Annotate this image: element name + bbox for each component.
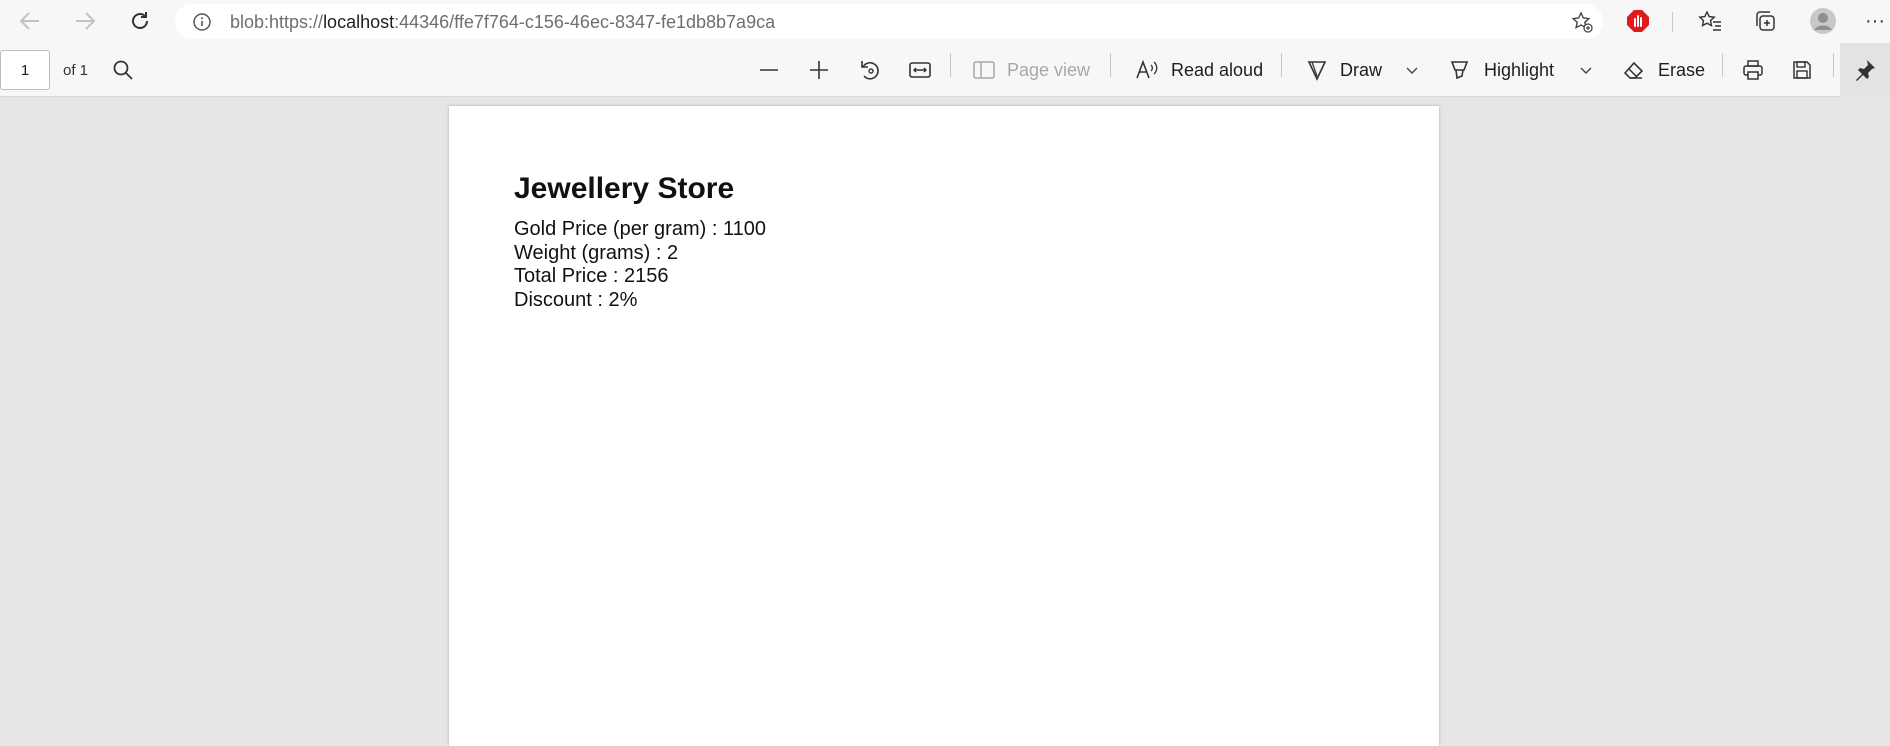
highlighter-icon (1450, 61, 1469, 80)
adblock-icon (1627, 10, 1649, 32)
chevron-down-icon (1580, 67, 1592, 74)
toolbar-divider (1833, 53, 1834, 77)
forward-button[interactable] (69, 6, 101, 36)
adblock-extension-button[interactable] (1623, 6, 1653, 36)
address-bar[interactable]: blob:https://localhost:44346/ffe7f764-c1… (175, 4, 1603, 39)
gold-price-line: Gold Price (per gram) : 1100 (514, 218, 766, 240)
pdf-toolbar: 1 of 1 Page view Read aloud Draw Highlig… (0, 43, 1890, 97)
search-icon (113, 60, 133, 80)
pin-icon (1856, 60, 1875, 81)
toolbar-divider (1281, 53, 1282, 77)
erase-label: Erase (1658, 59, 1706, 80)
toolbar-divider (1722, 53, 1723, 77)
more-icon: ··· (1865, 9, 1885, 32)
erase-button[interactable]: Erase (1622, 55, 1705, 85)
read-aloud-icon (1136, 59, 1158, 79)
page-view-icon (973, 61, 995, 79)
refresh-button[interactable] (124, 6, 156, 36)
draw-label: Draw (1340, 59, 1383, 80)
add-favorite-icon[interactable] (1571, 11, 1593, 33)
save-button[interactable] (1791, 55, 1813, 85)
read-aloud-button[interactable]: Read aloud (1135, 55, 1263, 85)
fit-width-icon (909, 62, 931, 78)
draw-options-dropdown[interactable] (1405, 55, 1419, 85)
fit-to-width-button[interactable] (908, 55, 932, 85)
eraser-icon (1623, 61, 1644, 79)
more-menu-button[interactable]: ··· (1860, 6, 1890, 36)
browser-toolbar: blob:https://localhost:44346/ffe7f764-c1… (0, 0, 1890, 43)
page-number-input[interactable]: 1 (0, 50, 50, 90)
toolbar-divider (950, 53, 951, 77)
page-view-button[interactable]: Page view (973, 55, 1090, 85)
back-arrow-icon (19, 12, 39, 30)
page-count-label: of 1 (63, 62, 89, 79)
draw-button[interactable]: Draw (1306, 55, 1382, 85)
forward-arrow-icon (76, 12, 96, 30)
pin-toolbar-button[interactable] (1840, 43, 1890, 97)
weight-line: Weight (grams) : 2 (514, 241, 679, 264)
chevron-down-icon (1406, 67, 1418, 74)
read-aloud-label: Read aloud (1171, 59, 1264, 80)
document-details: Gold Price (per gram) : 1100 Weight (gra… (514, 218, 766, 312)
save-icon (1793, 61, 1811, 79)
highlight-button[interactable]: Highlight (1448, 55, 1554, 85)
back-button[interactable] (14, 6, 46, 36)
toolbar-divider (1110, 53, 1111, 77)
plus-icon (810, 61, 828, 79)
print-icon (1743, 60, 1763, 80)
draw-icon (1307, 61, 1327, 81)
minus-icon (760, 69, 778, 71)
site-info-icon[interactable] (192, 12, 212, 32)
highlight-label: Highlight (1484, 59, 1555, 80)
pdf-page: Jewellery Store Gold Price (per gram) : … (449, 106, 1439, 746)
discount-line: Discount : 2% (514, 288, 638, 311)
collections-icon (1756, 11, 1775, 31)
favorites-icon (1698, 10, 1721, 31)
zoom-out-button[interactable] (758, 55, 780, 85)
profile-button[interactable] (1808, 6, 1838, 36)
document-title: Jewellery Store (514, 172, 735, 205)
refresh-icon (132, 12, 148, 29)
avatar (1810, 8, 1836, 34)
collections-button[interactable] (1750, 6, 1780, 36)
rotate-button[interactable] (858, 55, 882, 85)
favorites-button[interactable] (1695, 6, 1725, 36)
toolbar-divider (1672, 12, 1673, 32)
zoom-in-button[interactable] (808, 55, 830, 85)
find-button[interactable] (112, 55, 134, 85)
highlight-options-dropdown[interactable] (1579, 55, 1593, 85)
address-url[interactable]: blob:https://localhost:44346/ffe7f764-c1… (230, 12, 775, 33)
page-view-label: Page view (1007, 59, 1091, 80)
print-button[interactable] (1741, 55, 1765, 85)
total-price-line: Total Price : 2156 (514, 265, 669, 287)
rotate-icon (861, 61, 879, 80)
